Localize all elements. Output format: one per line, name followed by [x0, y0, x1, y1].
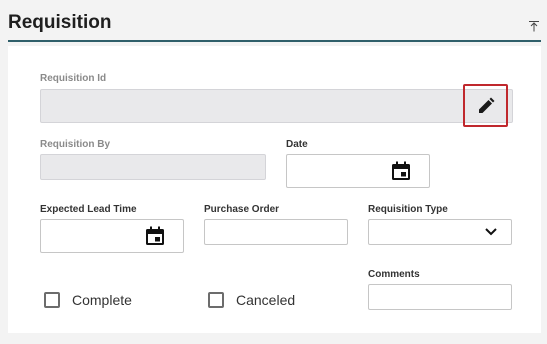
calendar-icon[interactable]	[145, 226, 165, 246]
requisition-id-label: Requisition Id	[40, 73, 107, 84]
pencil-icon	[479, 97, 495, 113]
canceled-checkbox[interactable]: Canceled	[208, 292, 295, 308]
comments-input[interactable]	[368, 284, 512, 310]
edit-requisition-id-button[interactable]	[463, 84, 508, 127]
date-label: Date	[286, 139, 308, 150]
requisition-by-label: Requisition By	[40, 139, 111, 150]
checkbox-box[interactable]	[208, 292, 224, 308]
complete-label: Complete	[72, 292, 132, 308]
requisition-by-field	[40, 154, 266, 180]
complete-checkbox[interactable]: Complete	[44, 292, 132, 308]
expected-lead-time-label: Expected Lead Time	[40, 204, 137, 215]
requisition-id-field	[40, 89, 513, 123]
calendar-icon[interactable]	[391, 161, 411, 181]
purchase-order-input[interactable]	[204, 219, 348, 245]
canceled-label: Canceled	[236, 292, 296, 308]
comments-label: Comments	[368, 269, 420, 280]
purchase-order-label: Purchase Order	[204, 204, 280, 215]
section-header: Requisition	[0, 0, 547, 44]
collapse-up-icon[interactable]	[528, 20, 540, 32]
checkbox-box[interactable]	[44, 292, 60, 308]
page-title: Requisition	[8, 12, 112, 33]
requisition-type-label: Requisition Type	[368, 204, 448, 215]
chevron-down-icon[interactable]	[484, 227, 498, 237]
header-divider	[8, 40, 541, 42]
